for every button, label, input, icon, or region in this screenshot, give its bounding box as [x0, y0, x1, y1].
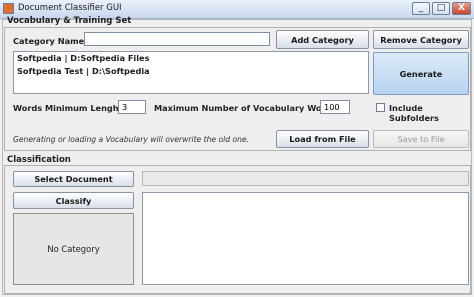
load-from-file-button[interactable]: Load from File [276, 130, 369, 148]
select-document-button[interactable]: Select Document [13, 171, 134, 187]
category-list-item[interactable]: Softpedia | D:Softpedia Files [14, 52, 368, 65]
document-text-area[interactable] [142, 192, 469, 285]
max-vocab-words-label: Maximum Number of Vocabulary Words: [154, 103, 340, 113]
classification-section-title: Classification [7, 155, 71, 165]
max-vocab-words-input[interactable] [320, 100, 350, 114]
document-path-field [142, 171, 469, 186]
include-subfolders-label: Include Subfolders [389, 103, 439, 123]
save-to-file-button[interactable]: Save to File [373, 130, 469, 148]
category-name-input[interactable] [84, 32, 270, 46]
words-min-length-label: Words Minimum Lenght: [13, 103, 126, 113]
category-name-label: Category Name: [13, 36, 88, 46]
add-category-button[interactable]: Add Category [276, 30, 369, 49]
classification-result-panel: No Category [13, 213, 134, 285]
classification-result-label: No Category [47, 244, 100, 254]
category-list[interactable]: Softpedia | D:Softpedia Files Softpedia … [13, 51, 369, 94]
minimize-button[interactable]: _ [412, 2, 430, 15]
maximize-button[interactable]: □ [432, 2, 450, 15]
classify-button[interactable]: Classify [13, 192, 134, 209]
generate-button[interactable]: Generate [373, 52, 469, 95]
category-list-item[interactable]: Softpedia Test | D:\Softpedia [14, 65, 368, 78]
overwrite-note: Generating or loading a Vocabulary will … [13, 135, 250, 144]
words-min-length-input[interactable] [118, 100, 146, 114]
window-title: Document Classifier GUI [18, 3, 122, 13]
include-subfolders-checkbox[interactable] [376, 103, 385, 112]
vocab-section-title: Vocabulary & Training Set [7, 16, 132, 26]
close-button[interactable]: X [452, 2, 471, 15]
remove-category-button[interactable]: Remove Category [373, 30, 469, 49]
java-app-icon [3, 3, 14, 14]
